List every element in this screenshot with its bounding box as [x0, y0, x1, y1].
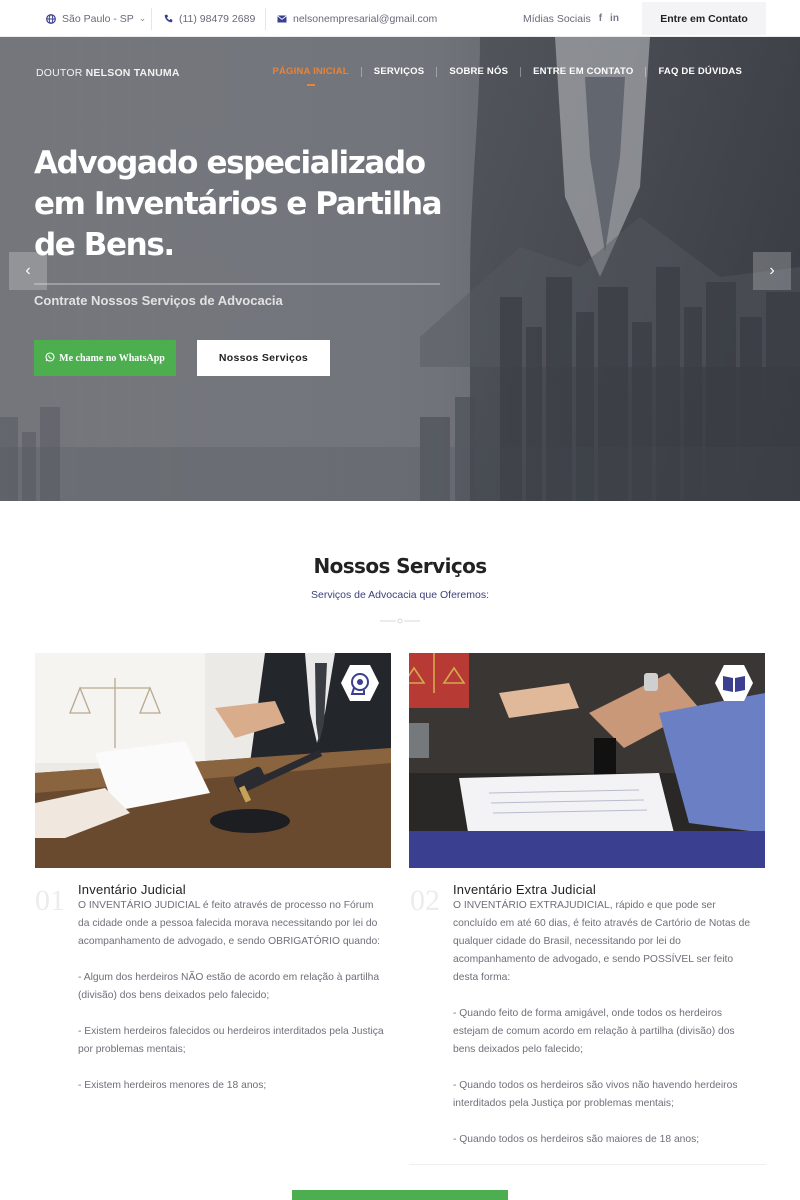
social-label: Mídias Sociais [523, 12, 591, 25]
chevron-left-icon: ‹ [25, 262, 31, 279]
service-paragraph: - Quando todos os herdeiros são vivos nã… [453, 1080, 738, 1109]
hero-slider: DOUTOR NELSON TANUMA PÁGINA INICIAL SERV… [0, 37, 800, 501]
whatsapp-button-label: Me chame no WhatsApp [59, 352, 165, 364]
services-title: Nossos Serviços [313, 554, 487, 578]
brand-prefix: DOUTOR [36, 67, 83, 79]
service-paragraph: O INVENTÁRIO EXTRAJUDICIAL, rápido e que… [453, 900, 751, 983]
section-divider-icon [380, 618, 420, 624]
service-image-extrajudicial[interactable] [409, 653, 765, 868]
service-paragraph: - Existem herdeiros menores de 18 anos; [78, 1080, 267, 1091]
card-divider [409, 1164, 766, 1165]
slider-next-button[interactable]: › [753, 252, 791, 290]
service-paragraph: - Quando todos os herdeiros são maiores … [453, 1134, 700, 1145]
whatsapp-icon [45, 351, 55, 365]
social-links: Mídias Sociais f in [523, 0, 619, 37]
service-number: 02 [410, 884, 440, 917]
head-gear-icon [341, 665, 379, 701]
globe-icon [46, 13, 56, 24]
service-description-extrajudicial: O INVENTÁRIO EXTRAJUDICIAL, rápido e que… [453, 897, 759, 1167]
book-icon [715, 665, 753, 701]
bottom-cta-button[interactable] [292, 1190, 508, 1200]
service-description-judicial: O INVENTÁRIO JUDICIAL é feito através de… [78, 897, 384, 1113]
phone-text: (11) 98479 2689 [179, 12, 256, 25]
brand-name: NELSON TANUMA [85, 67, 180, 79]
hero-title: Advogado especializado em Inventários e … [34, 145, 443, 263]
brand-logo[interactable]: DOUTOR NELSON TANUMA [36, 67, 180, 79]
phone-icon [164, 14, 173, 23]
service-image-judicial[interactable] [35, 653, 391, 868]
hero-divider [34, 283, 440, 285]
service-paragraph: O INVENTÁRIO JUDICIAL é feito através de… [78, 900, 381, 947]
nav-item-faq[interactable]: FAQ DE DÚVIDAS [646, 66, 754, 77]
main-nav: PÁGINA INICIAL SERVIÇOS SOBRE NÓS ENTRE … [260, 66, 754, 86]
services-subtitle: Serviços de Advocacia que Oferemos: [310, 589, 489, 601]
service-paragraph: - Quando feito de forma amigável, onde t… [453, 1008, 735, 1055]
linkedin-icon[interactable]: in [610, 13, 619, 24]
nav-item-contact[interactable]: ENTRE EM CONTATO [521, 66, 645, 77]
hero-subtitle: Contrate Nossos Serviços de Advocacia [34, 293, 283, 308]
chevron-down-icon: ⌄ [138, 13, 147, 23]
divider [151, 8, 152, 30]
divider [265, 8, 266, 30]
slider-prev-button[interactable]: ‹ [9, 252, 47, 290]
location-text: São Paulo - SP [62, 12, 134, 25]
email-link[interactable]: nelsonempresarial@gmail.com [277, 0, 437, 37]
envelope-icon [277, 14, 287, 23]
top-bar: São Paulo - SP ⌄ (11) 98479 2689 nelsone… [0, 0, 800, 37]
notary-stamp-image [409, 653, 765, 868]
hero-overlay [0, 37, 800, 501]
service-title-judicial[interactable]: Inventário Judicial [78, 882, 186, 897]
nav-item-about[interactable]: SOBRE NÓS [437, 66, 520, 77]
whatsapp-button[interactable]: Me chame no WhatsApp [34, 340, 176, 376]
service-number: 01 [35, 884, 65, 917]
nav-item-services[interactable]: SERVIÇOS [362, 66, 437, 77]
chevron-right-icon: › [769, 262, 775, 279]
services-button[interactable]: Nossos Serviços [197, 340, 330, 376]
phone-link[interactable]: (11) 98479 2689 [164, 0, 255, 37]
service-paragraph: - Algum dos herdeiros NÃO estão de acord… [78, 972, 380, 1001]
nav-item-home[interactable]: PÁGINA INICIAL [260, 66, 360, 86]
facebook-icon[interactable]: f [599, 13, 602, 24]
contact-button[interactable]: Entre em Contato [642, 2, 766, 35]
service-paragraph: - Existem herdeiros falecidos ou herdeir… [78, 1026, 384, 1055]
service-title-extrajudicial[interactable]: Inventário Extra Judicial [453, 882, 596, 897]
lawyers-desk-image [35, 653, 391, 868]
email-text: nelsonempresarial@gmail.com [293, 12, 438, 25]
location-selector[interactable]: São Paulo - SP ⌄ [46, 0, 146, 37]
